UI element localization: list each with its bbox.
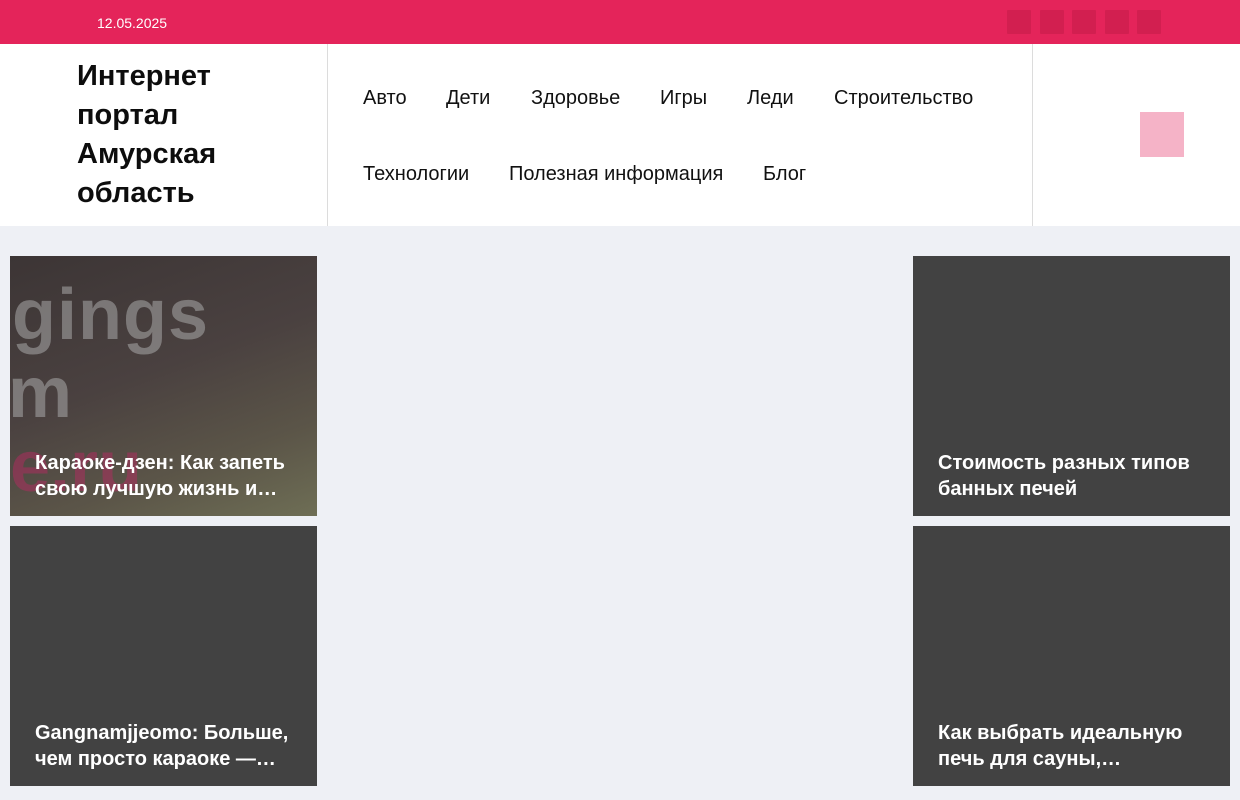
- site-header: Интернет портал Амурская область Авто Де…: [0, 44, 1240, 226]
- top-bar: 12.05.2025: [0, 0, 1240, 44]
- post-card-sauna-stove[interactable]: Как выбрать идеальную печь для сауны,…: [913, 526, 1230, 786]
- nav-item-blog[interactable]: Блог: [763, 162, 806, 186]
- divider: [1032, 44, 1033, 226]
- social-icon-1[interactable]: [1007, 10, 1031, 34]
- post-card-title[interactable]: Gangnamjjeomo: Больше, чем просто караок…: [35, 720, 295, 772]
- post-card-title[interactable]: Караоке-дзен: Как запеть свою лучшую жиз…: [35, 450, 295, 502]
- nav-item-health[interactable]: Здоровье: [531, 86, 620, 110]
- nav-item-kids[interactable]: Дети: [446, 86, 490, 110]
- search-toggle-button[interactable]: [1140, 112, 1184, 157]
- social-icon-4[interactable]: [1105, 10, 1129, 34]
- social-icon-2[interactable]: [1040, 10, 1064, 34]
- nav-item-ladies[interactable]: Леди: [747, 86, 794, 110]
- nav-item-technology[interactable]: Технологии: [363, 162, 469, 186]
- post-card-title[interactable]: Стоимость разных типов банных печей: [938, 450, 1208, 502]
- post-card-bath-stoves-cost[interactable]: Стоимость разных типов банных печей: [913, 256, 1230, 516]
- post-card-karaoke-zen[interactable]: gings m e.ru Караоке-дзен: Как запеть св…: [10, 256, 317, 516]
- current-date: 12.05.2025: [97, 15, 168, 31]
- divider: [327, 44, 328, 226]
- social-icon-5[interactable]: [1137, 10, 1161, 34]
- card-image: m: [10, 353, 73, 433]
- nav-item-auto[interactable]: Авто: [363, 86, 407, 110]
- site-logo[interactable]: Интернет портал Амурская область: [77, 57, 317, 213]
- nav-item-useful-info[interactable]: Полезная информация: [509, 162, 723, 186]
- nav-item-construction[interactable]: Строительство: [834, 86, 973, 110]
- post-card-gangnamjjeomo[interactable]: Gangnamjjeomo: Больше, чем просто караок…: [10, 526, 317, 786]
- nav-item-games[interactable]: Игры: [660, 86, 707, 110]
- card-image: gings: [12, 275, 209, 355]
- social-icon-3[interactable]: [1072, 10, 1096, 34]
- post-card-title[interactable]: Как выбрать идеальную печь для сауны,…: [938, 720, 1208, 772]
